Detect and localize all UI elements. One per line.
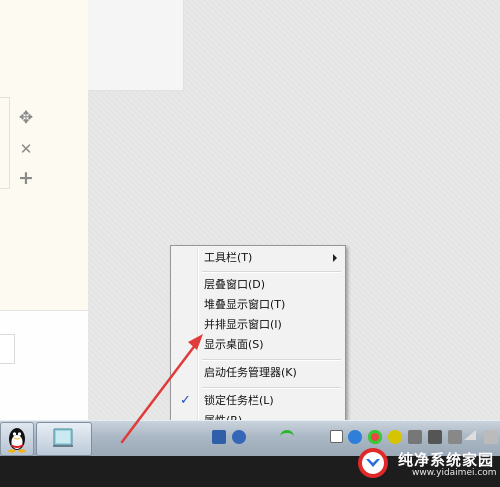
help-icon[interactable]	[232, 430, 246, 444]
menu-item-label: 锁定任务栏(L)	[204, 394, 274, 407]
add-icon[interactable]	[388, 430, 402, 444]
qq-penguin-icon	[8, 428, 26, 453]
chrome-icon[interactable]	[368, 430, 382, 444]
menu-item-label: 显示桌面(S)	[204, 338, 264, 351]
window-app-icon	[53, 428, 73, 447]
move-icon[interactable]: ✥	[16, 108, 36, 128]
wifi-icon[interactable]	[280, 430, 294, 441]
taskbar-button-qq[interactable]	[0, 422, 34, 456]
menu-item-lock-taskbar[interactable]: ✓ 锁定任务栏(L)	[173, 391, 343, 411]
menu-item-cascade-windows[interactable]: 层叠窗口(D)	[173, 275, 343, 295]
menu-separator	[202, 387, 341, 389]
checkmark-icon: ✓	[180, 393, 191, 408]
system-tray	[212, 430, 500, 446]
menu-item-label: 并排显示窗口(I)	[204, 318, 282, 331]
close-icon[interactable]: ✕	[16, 139, 36, 159]
signal-icon[interactable]	[464, 430, 476, 440]
menu-item-label: 工具栏(T)	[204, 251, 253, 264]
menu-item-task-manager[interactable]: 启动任务管理器(K)	[173, 363, 343, 383]
language-bar-icon[interactable]	[212, 430, 226, 444]
taskbar-context-menu: 工具栏(T) 层叠窗口(D) 堆叠显示窗口(T) 并排显示窗口(I) 显示桌面(…	[170, 245, 346, 435]
windows-icon[interactable]	[330, 430, 343, 443]
page-lower-area	[0, 310, 88, 421]
watermark-logo-icon	[358, 448, 388, 478]
network-icon[interactable]	[408, 430, 422, 444]
menu-item-side-by-side[interactable]: 并排显示窗口(I)	[173, 315, 343, 335]
display-icon[interactable]	[448, 430, 462, 444]
volume-icon[interactable]	[484, 430, 498, 444]
menu-separator	[202, 271, 341, 273]
menu-item-label: 堆叠显示窗口(T)	[204, 298, 286, 311]
menu-separator	[202, 359, 341, 361]
menu-item-stack-windows[interactable]: 堆叠显示窗口(T)	[173, 295, 343, 315]
plus-icon[interactable]: +	[16, 168, 36, 188]
page-side-box	[88, 0, 184, 91]
page-input-box[interactable]	[0, 334, 15, 364]
watermark-url: www.yidaimei.com	[412, 468, 497, 478]
taskbar-button-app[interactable]	[36, 422, 92, 456]
page-card-edge	[0, 97, 10, 189]
watermark-title: 纯净系统家园	[398, 451, 495, 469]
security-check-icon[interactable]	[348, 430, 362, 444]
menu-item-label: 启动任务管理器(K)	[204, 366, 297, 379]
page-content-area	[0, 0, 88, 310]
device-icon[interactable]	[428, 430, 442, 444]
menu-item-label: 层叠窗口(D)	[204, 278, 266, 291]
submenu-arrow-icon	[333, 254, 337, 262]
menu-item-toolbars[interactable]: 工具栏(T)	[173, 248, 343, 268]
menu-item-show-desktop[interactable]: 显示桌面(S)	[173, 335, 343, 355]
